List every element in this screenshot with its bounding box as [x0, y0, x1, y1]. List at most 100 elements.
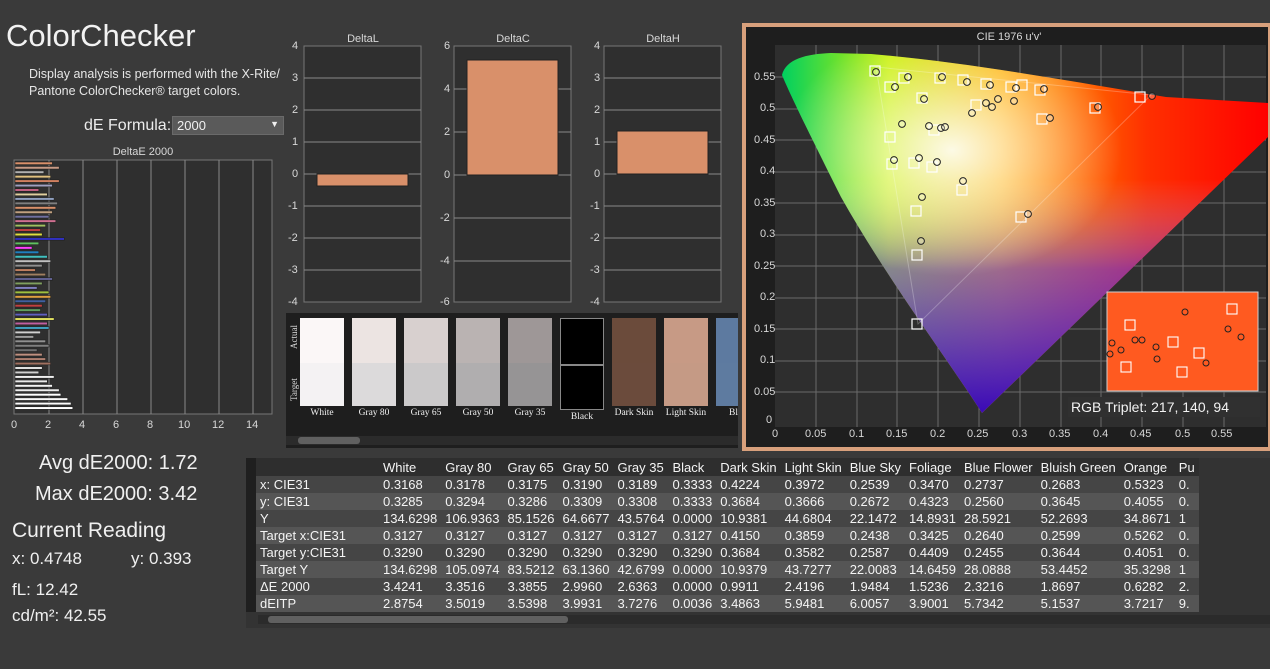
- table-cell: 134.6298: [379, 561, 442, 578]
- column-header[interactable]: Dark Skin: [716, 458, 781, 476]
- table-row[interactable]: Target Y 134.6298 105.0974 83.5212 63.1360 42…: [246, 561, 1199, 578]
- table-row[interactable]: dEITP 2.8754 3.5019 3.5398 3.9931 3.7276 0.003…: [246, 595, 1199, 612]
- table-cell: 0.3285: [379, 493, 442, 510]
- row-header[interactable]: [246, 544, 256, 561]
- table-cell: 1: [1174, 561, 1199, 578]
- column-header[interactable]: Gray 80: [441, 458, 504, 476]
- column-header[interactable]: Black: [668, 458, 717, 476]
- row-header[interactable]: [246, 476, 256, 493]
- table-row[interactable]: Target y:CIE31 0.3290 0.3290 0.3290 0.3290 0.…: [246, 544, 1199, 561]
- deltah-ytick: -1: [590, 200, 600, 212]
- swatch-actual: [300, 318, 344, 363]
- column-header[interactable]: White: [379, 458, 442, 476]
- deltae-bar: [14, 255, 48, 259]
- column-header[interactable]: Blue Sky: [845, 458, 905, 476]
- swatch: Black: [560, 318, 604, 422]
- table-cell: 0.3127: [441, 527, 504, 544]
- cie-measured-marker: [917, 237, 925, 245]
- table-cell: 0.3859: [780, 527, 846, 544]
- column-header[interactable]: Orange: [1119, 458, 1175, 476]
- column-header[interactable]: Gray 35: [613, 458, 669, 476]
- row-header[interactable]: [246, 493, 256, 510]
- table-cell: 0.3290: [379, 544, 442, 561]
- table-cell: 0.3189: [613, 476, 669, 493]
- swatch-panel: Actual Target White Gray 80 Gray 65 Gray 50…: [286, 313, 738, 448]
- column-header[interactable]: Foliage: [905, 458, 960, 476]
- table-cell: 0.3168: [379, 476, 442, 493]
- deltae-bar: [14, 219, 57, 223]
- table-row[interactable]: x: CIE31 0.3168 0.3178 0.3175 0.3190 0.3189 0.…: [246, 476, 1199, 493]
- table-cell: 0.2455: [960, 544, 1037, 561]
- cie-xtick: 0.2: [930, 428, 946, 440]
- cie-measured-marker: [1148, 92, 1156, 100]
- row-header[interactable]: [246, 561, 256, 578]
- cie-measured-marker: [933, 158, 941, 166]
- column-header[interactable]: Light Skin: [780, 458, 846, 476]
- row-label: Y: [256, 510, 379, 527]
- table-cell: 0.3333: [668, 493, 717, 510]
- cie-measured-marker: [1012, 84, 1020, 92]
- row-label-header: [256, 458, 379, 476]
- table-cell: 0.3178: [441, 476, 504, 493]
- table-row[interactable]: Target x:CIE31 0.3127 0.3127 0.3127 0.3127 0.…: [246, 527, 1199, 544]
- table-cell: 10.9381: [716, 510, 781, 527]
- deltah-ytick: 4: [594, 40, 601, 52]
- table-cell: 0.3644: [1036, 544, 1120, 561]
- deltae-bar: [14, 379, 48, 383]
- column-header[interactable]: Pu: [1174, 458, 1199, 476]
- deltah-chart: [603, 45, 722, 303]
- swatch-actual: [508, 318, 552, 363]
- swatch-actual: [664, 318, 708, 363]
- column-header[interactable]: Blue Flower: [960, 458, 1037, 476]
- table-scrollbar[interactable]: [258, 615, 1270, 624]
- deltae-bar: [14, 241, 40, 245]
- deltae-bar: [14, 166, 60, 170]
- swatch: Light Skin: [664, 318, 708, 418]
- cie-measured-marker: [898, 120, 906, 128]
- row-header[interactable]: [246, 527, 256, 544]
- row-header[interactable]: [246, 595, 256, 612]
- table-cell: 3.4241: [379, 578, 442, 595]
- table-cell: 3.3855: [503, 578, 559, 595]
- cie-measured-marker: [941, 123, 949, 131]
- table-cell: 0.0000: [668, 578, 717, 595]
- deltac-bar: [466, 59, 559, 176]
- formula-label: dE Formula:: [84, 117, 172, 134]
- deltae-bar: [14, 402, 72, 406]
- table-cell: 0.3645: [1036, 493, 1120, 510]
- deltah-ytick: -3: [590, 264, 600, 276]
- table-cell: 42.6799: [613, 561, 669, 578]
- deltae-bar: [14, 393, 62, 397]
- table-cell: 5.7342: [960, 595, 1037, 612]
- cie-measured-marker: [915, 154, 923, 162]
- table-scroll-thumb[interactable]: [268, 616, 568, 623]
- swatch-label: Blue: [729, 408, 738, 418]
- table-row[interactable]: ΔE 2000 3.4241 3.3516 3.3855 2.9960 2.6363 0.0…: [246, 578, 1199, 595]
- formula-select[interactable]: 2000 ▼: [172, 116, 284, 135]
- table-cell: 0.2640: [960, 527, 1037, 544]
- table-row[interactable]: Y 134.6298 106.9363 85.1526 64.6677 43.5764 0.…: [246, 510, 1199, 527]
- deltae-bar: [14, 250, 40, 254]
- deltae-bar: [14, 317, 55, 321]
- deltae-bar: [14, 326, 50, 330]
- swatch-scrollbar[interactable]: [286, 436, 738, 445]
- deltac-ytick: 0: [444, 169, 451, 181]
- cie-ytick: 0.05: [754, 386, 776, 398]
- actual-label: Actual: [289, 325, 299, 349]
- swatch-scroll-thumb[interactable]: [298, 437, 360, 444]
- row-header[interactable]: [246, 510, 256, 527]
- row-header[interactable]: [246, 578, 256, 595]
- table-cell: 28.0888: [960, 561, 1037, 578]
- cie-xtick: 0.4: [1093, 428, 1109, 440]
- table-cell: 0.4055: [1119, 493, 1175, 510]
- deltac-ytick: -6: [440, 296, 450, 308]
- column-header[interactable]: Gray 65: [503, 458, 559, 476]
- cie-measured-marker: [920, 95, 928, 103]
- cie-measured-marker: [963, 78, 971, 86]
- cie-ytick: 0.4: [760, 165, 776, 177]
- table-row[interactable]: y: CIE31 0.3285 0.3294 0.3286 0.3309 0.3308 0.…: [246, 493, 1199, 510]
- table-cell: 0.4323: [905, 493, 960, 510]
- cie-ytick: 0.55: [754, 71, 776, 83]
- column-header[interactable]: Bluish Green: [1036, 458, 1120, 476]
- column-header[interactable]: Gray 50: [558, 458, 614, 476]
